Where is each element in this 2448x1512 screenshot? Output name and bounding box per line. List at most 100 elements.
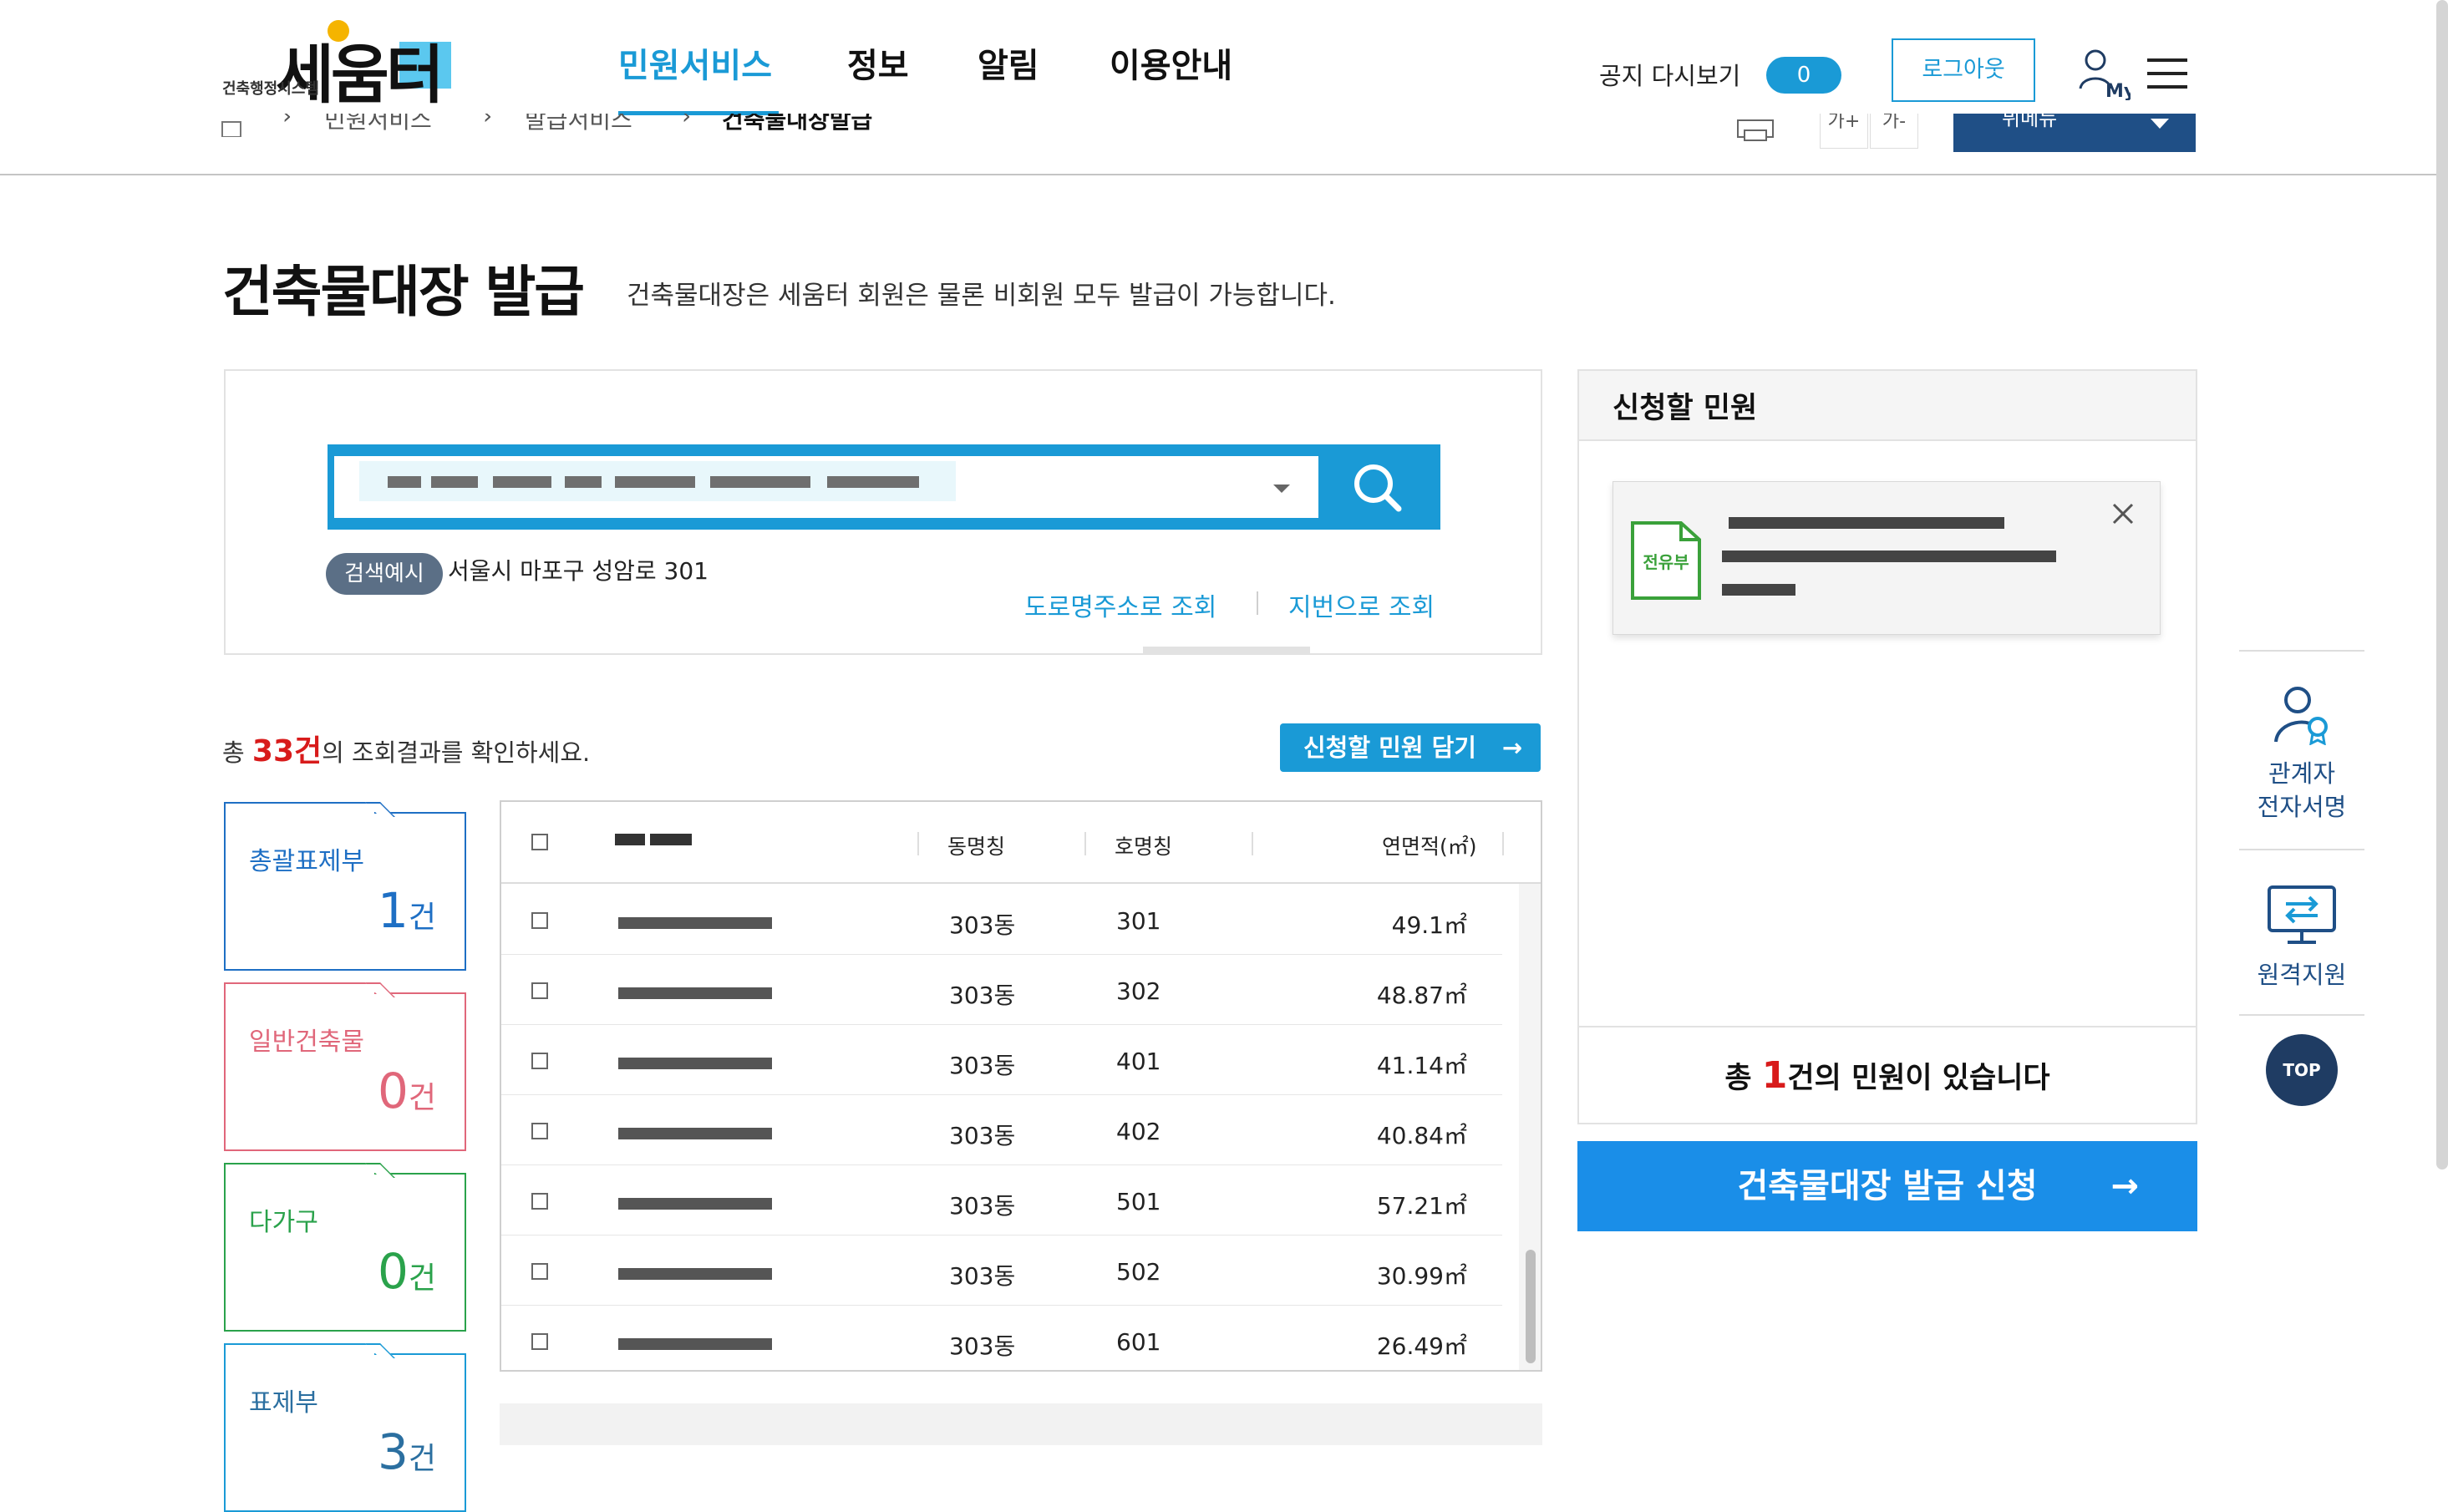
category-card-general-summary[interactable]: 총괄표제부 1건	[224, 802, 466, 971]
cell-area: 40.84㎡	[1376, 1122, 1467, 1149]
nav-civil-service[interactable]: 민원서비스	[618, 38, 772, 87]
search-panel-tab	[1143, 647, 1310, 655]
document-icon: 전유부	[1631, 521, 1701, 600]
page-scrollbar[interactable]	[2436, 0, 2448, 1170]
add-request-label: 신청할 민원 담기	[1303, 733, 1476, 762]
cell-area: 26.49㎡	[1376, 1332, 1467, 1360]
column-header-ho: 호명칭	[1115, 835, 1173, 859]
category-label: 일반건축물	[249, 1027, 364, 1057]
row-checkbox[interactable]	[531, 912, 548, 929]
request-total-count: 1	[1761, 1054, 1788, 1097]
column-header-dong: 동명칭	[947, 835, 1006, 859]
redacted-cell	[618, 1268, 772, 1280]
close-icon[interactable]	[2110, 501, 2136, 526]
table-scrollbar-thumb[interactable]	[1526, 1250, 1536, 1363]
redacted-cell	[618, 1338, 772, 1350]
row-checkbox[interactable]	[531, 1263, 548, 1280]
jibun-search-link[interactable]: 지번으로 조회	[1288, 586, 1435, 623]
breadcrumb: › 민원서비스 › 발급서비스 › 건축물대장발급	[221, 114, 1023, 137]
nav-guide[interactable]: 이용안내	[1110, 38, 1232, 87]
category-count: 0건	[377, 1063, 436, 1119]
row-checkbox[interactable]	[531, 1053, 548, 1069]
result-prefix: 총	[222, 738, 252, 767]
cell-dong: 303동	[949, 982, 1016, 1009]
select-all-checkbox[interactable]	[531, 834, 548, 850]
font-size-up-button[interactable]: 가+	[1820, 114, 1868, 149]
row-checkbox[interactable]	[531, 1193, 548, 1210]
result-suffix: 의 조회결과를 확인하세요.	[322, 738, 591, 767]
arrow-right-icon: →	[1501, 733, 1522, 762]
table-row[interactable]: 303동 301 49.1㎡	[501, 884, 1502, 955]
redacted-cell	[618, 1128, 772, 1139]
print-icon[interactable]	[1736, 114, 1775, 142]
cell-dong: 303동	[949, 911, 1016, 939]
notice-count-badge[interactable]: 0	[1766, 57, 1841, 94]
nav-notice[interactable]: 알림	[978, 38, 1039, 87]
request-panel-title: 신청할 민원	[1613, 392, 1758, 425]
arrow-right-icon: →	[2110, 1167, 2139, 1205]
logo[interactable]: 세움터	[276, 23, 444, 115]
result-count: 33건	[251, 734, 323, 769]
issue-request-button[interactable]: 건축물대장 발급 신청 →	[1577, 1141, 2197, 1231]
site-menu-label: 뷔메뉴	[2002, 114, 2058, 130]
table-row[interactable]: 303동 402 40.84㎡	[501, 1094, 1502, 1165]
remote-support-icon[interactable]	[2266, 884, 2338, 946]
row-checkbox[interactable]	[531, 1333, 548, 1350]
breadcrumb-item[interactable]: 민원서비스	[324, 114, 432, 135]
add-to-request-button[interactable]: 신청할 민원 담기 →	[1280, 723, 1541, 772]
home-icon[interactable]	[221, 117, 242, 137]
cell-area: 41.14㎡	[1376, 1052, 1467, 1079]
table-row[interactable]: 303동 501 57.21㎡	[501, 1164, 1502, 1235]
cell-dong: 303동	[949, 1192, 1016, 1220]
category-label: 표제부	[249, 1388, 318, 1418]
cell-dong: 303동	[949, 1262, 1016, 1290]
notice-replay-label[interactable]: 공지 다시보기	[1599, 57, 1740, 92]
search-dropdown-caret-icon[interactable]	[1273, 485, 1290, 493]
table-header: 동명칭 호명칭 연면적(㎡)	[501, 802, 1541, 884]
quick-menu-divider	[2239, 650, 2364, 652]
logout-button[interactable]: 로그아웃	[1892, 38, 2035, 102]
nav-info[interactable]: 정보	[847, 38, 909, 87]
search-icon[interactable]	[1348, 461, 1407, 513]
cell-dong: 303동	[949, 1332, 1016, 1360]
breadcrumb-sep-icon: ›	[483, 114, 493, 129]
hamburger-menu-icon[interactable]	[2147, 57, 2187, 90]
redacted-cell	[618, 1198, 772, 1210]
issue-button-label: 건축물대장 발급 신청	[1737, 1167, 2038, 1205]
table-row[interactable]: 303동 601 26.49㎡	[501, 1305, 1502, 1375]
column-header-area: 연면적(㎡)	[1382, 835, 1477, 859]
cell-area: 48.87㎡	[1376, 982, 1467, 1009]
quick-sign-label[interactable]: 관계자 전자서명	[2239, 757, 2364, 824]
font-size-down-button[interactable]: 가-	[1870, 114, 1918, 149]
table-row[interactable]: 303동 401 41.14㎡	[501, 1024, 1502, 1095]
quick-menu-divider	[2239, 849, 2364, 850]
cell-ho: 601	[1116, 1328, 1161, 1356]
document-tag: 전유부	[1643, 552, 1689, 572]
request-total: 총 1건의 민원이 있습니다	[1724, 1054, 2050, 1097]
breadcrumb-item[interactable]: 발급서비스	[525, 114, 632, 135]
scroll-to-top-button[interactable]: TOP	[2266, 1034, 2338, 1106]
table-row[interactable]: 303동 302 48.87㎡	[501, 954, 1502, 1025]
search-example-text: 서울시 마포구 성암로 301	[448, 557, 708, 585]
category-card-multi-household[interactable]: 다가구 0건	[224, 1163, 466, 1332]
page-tools: 가+ 가- 뷔메뉴	[1729, 114, 2197, 152]
signature-person-icon[interactable]	[2271, 683, 2333, 745]
cell-area: 30.99㎡	[1376, 1262, 1467, 1290]
logo-subtitle: 건축행정시스템	[222, 80, 319, 98]
result-summary: 총 33건의 조회결과를 확인하세요.	[222, 727, 590, 770]
my-label: My	[2105, 81, 2131, 100]
header-divider	[0, 174, 2448, 175]
road-address-search-link[interactable]: 도로명주소로 조회	[1024, 586, 1216, 623]
row-checkbox[interactable]	[531, 982, 548, 999]
my-page-icon[interactable]: My	[2077, 47, 2131, 100]
row-checkbox[interactable]	[531, 1123, 548, 1139]
site-menu-dropdown[interactable]: 뷔메뉴	[1953, 114, 2196, 152]
category-card-title-section[interactable]: 표제부 3건	[224, 1343, 466, 1512]
table-row[interactable]: 303동 502 30.99㎡	[501, 1235, 1502, 1306]
category-count: 3건	[377, 1423, 436, 1480]
cell-area: 57.21㎡	[1376, 1192, 1467, 1220]
category-card-general-building[interactable]: 일반건축물 0건	[224, 982, 466, 1151]
cell-ho: 402	[1116, 1118, 1161, 1145]
cell-ho: 501	[1116, 1188, 1161, 1215]
quick-remote-label[interactable]: 원격지원	[2239, 956, 2364, 991]
